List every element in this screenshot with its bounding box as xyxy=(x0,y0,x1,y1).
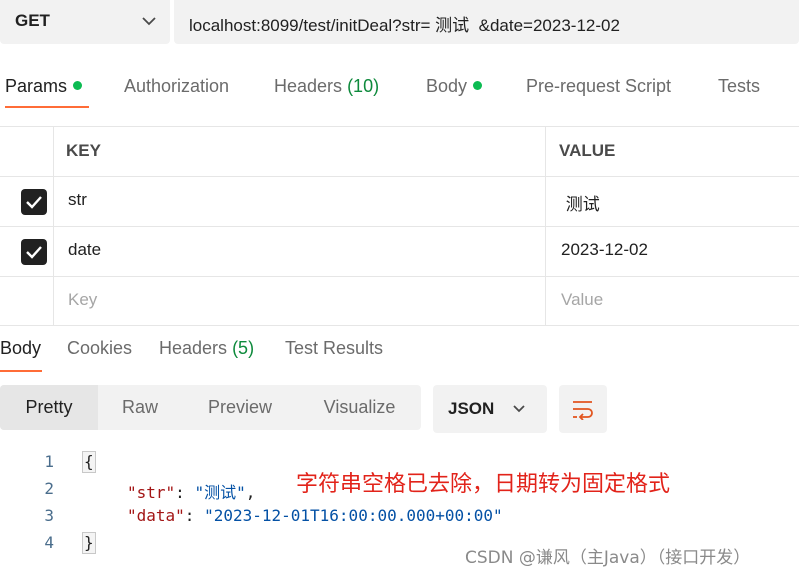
open-brace: { xyxy=(84,452,94,471)
tab-headers-count: (10) xyxy=(347,76,380,96)
tab-cookies[interactable]: Cookies xyxy=(67,338,132,359)
json-trailing: , xyxy=(245,483,256,502)
code-line: "str": "测试", xyxy=(127,479,255,503)
check-cell xyxy=(0,177,54,226)
format-label: JSON xyxy=(448,399,495,418)
row-checkbox[interactable] xyxy=(21,189,47,215)
line-number: 3 xyxy=(44,506,54,525)
json-key: "data" xyxy=(127,506,185,525)
tab-body-label: Body xyxy=(426,76,468,96)
header-key-cell: KEY xyxy=(54,127,546,176)
json-separator: : xyxy=(184,506,205,525)
table-header-row: KEY VALUE xyxy=(0,126,799,176)
tab-authorization[interactable]: Authorization xyxy=(124,76,229,97)
wrap-lines-button[interactable] xyxy=(559,385,607,433)
format-select[interactable]: JSON xyxy=(433,385,547,433)
view-mode-toggle: Pretty Raw Preview Visualize xyxy=(0,385,421,430)
tab-body[interactable]: Body xyxy=(426,76,483,97)
table-row: str 测试 xyxy=(0,176,799,226)
table-row: date 2023-12-02 xyxy=(0,226,799,276)
line-number: 2 xyxy=(44,479,54,498)
code-line: "data": "2023-12-01T16:00:00.000+00:00" xyxy=(127,506,503,525)
tab-params[interactable]: Params xyxy=(5,76,83,97)
active-tab-indicator xyxy=(0,370,42,372)
view-pretty-button[interactable]: Pretty xyxy=(0,385,98,430)
tab-authorization-label: Authorization xyxy=(124,76,230,96)
tab-response-headers-count: (5) xyxy=(232,338,255,358)
watermark: CSDN @谦风（主Java）（接口开发） xyxy=(465,548,751,568)
chevron-down-icon xyxy=(513,405,525,413)
row-checkbox[interactable] xyxy=(21,239,47,265)
url-input[interactable]: localhost:8099/test/initDeal?str= 测试 &da… xyxy=(174,0,799,44)
json-key: "str" xyxy=(127,483,176,502)
tab-test-results-label: Test Results xyxy=(285,338,384,358)
check-cell xyxy=(0,277,54,325)
tab-tests[interactable]: Tests xyxy=(718,76,760,97)
params-table: KEY VALUE str 测试 date 2023-12-02 Key Val… xyxy=(0,126,799,326)
tab-test-results[interactable]: Test Results xyxy=(285,338,383,359)
view-raw-button[interactable]: Raw xyxy=(98,385,182,430)
param-value: 2023-12-02 xyxy=(561,240,648,259)
line-number: 4 xyxy=(44,533,54,552)
close-brace: } xyxy=(84,533,94,552)
param-key: str xyxy=(68,190,87,209)
tab-headers-label: Headers xyxy=(274,76,343,96)
annotation-note: 字符串空格已去除，日期转为固定格式 xyxy=(296,472,671,497)
checkmark-icon xyxy=(26,246,42,259)
check-cell xyxy=(0,227,54,276)
tab-cookies-label: Cookies xyxy=(67,338,133,358)
tab-response-headers-label: Headers xyxy=(159,338,228,358)
value-cell[interactable]: Value xyxy=(546,277,799,325)
method-select[interactable]: GET xyxy=(0,0,170,44)
status-dot xyxy=(473,80,483,90)
table-row-empty: Key Value xyxy=(0,276,799,326)
param-value: 测试 xyxy=(561,195,610,214)
header-value-cell: VALUE xyxy=(546,127,799,176)
json-value: "2023-12-01T16:00:00.000+00:00" xyxy=(204,506,503,525)
view-preview-button[interactable]: Preview xyxy=(182,385,298,430)
key-placeholder: Key xyxy=(68,290,98,309)
column-header-key: KEY xyxy=(66,141,101,160)
tab-response-headers[interactable]: Headers (5) xyxy=(159,338,254,359)
tab-response-body[interactable]: Body xyxy=(0,338,41,359)
tab-response-body-label: Body xyxy=(0,338,42,358)
checkmark-icon xyxy=(26,196,42,209)
key-cell[interactable]: date xyxy=(54,227,546,276)
json-value: "测试" xyxy=(194,483,246,502)
status-dot xyxy=(73,80,83,90)
value-placeholder: Value xyxy=(561,290,604,309)
active-tab-indicator xyxy=(5,106,89,108)
tab-headers[interactable]: Headers (10) xyxy=(274,76,379,97)
chevron-down-icon xyxy=(142,17,156,26)
wrap-lines-icon xyxy=(573,401,593,420)
request-tabs: Params Authorization Headers (10) Body P… xyxy=(0,66,799,110)
line-number: 1 xyxy=(44,452,54,471)
tab-params-label: Params xyxy=(5,76,68,96)
response-tabs: Body Cookies Headers (5) Test Results xyxy=(0,328,799,372)
param-key: date xyxy=(68,240,102,259)
tab-tests-label: Tests xyxy=(718,76,761,96)
view-visualize-button[interactable]: Visualize xyxy=(298,385,421,430)
value-cell[interactable]: 2023-12-02 xyxy=(546,227,799,276)
value-cell[interactable]: 测试 xyxy=(546,177,799,226)
key-cell[interactable]: Key xyxy=(54,277,546,325)
key-cell[interactable]: str xyxy=(54,177,546,226)
tab-pre-request-script[interactable]: Pre-request Script xyxy=(526,76,671,97)
tab-pre-request-script-label: Pre-request Script xyxy=(526,76,672,96)
request-bar: GET localhost:8099/test/initDeal?str= 测试… xyxy=(0,0,799,50)
method-label: GET xyxy=(15,11,50,30)
column-header-value: VALUE xyxy=(559,141,616,160)
header-check-cell xyxy=(0,127,54,176)
url-text: localhost:8099/test/initDeal?str= 测试 &da… xyxy=(189,16,620,35)
json-separator: : xyxy=(175,483,195,502)
